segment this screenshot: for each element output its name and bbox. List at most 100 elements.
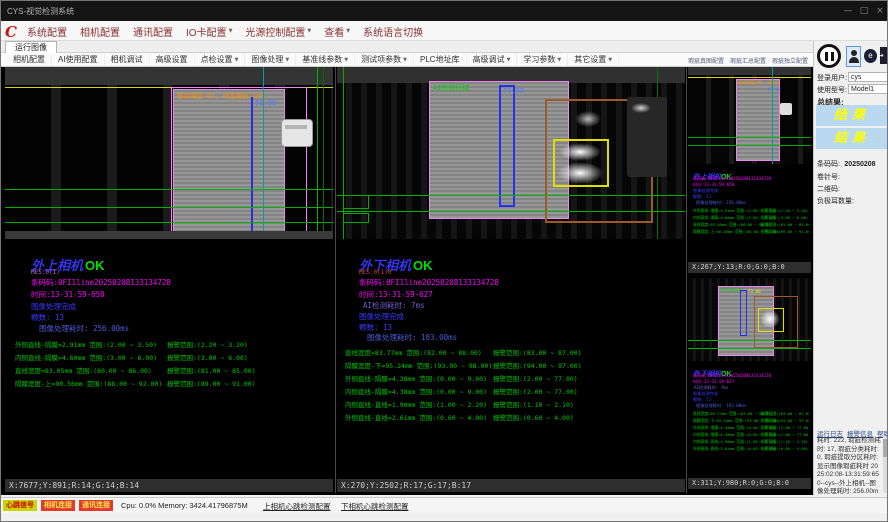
toolbar-camera-debug[interactable]: 相机调试 [105,54,150,65]
menu-item-language-switch[interactable]: 系统语言切换 [363,24,423,39]
scrollbar-thumb[interactable] [883,439,888,457]
ai-time-text: AI检测耗时: 7ms [363,300,425,311]
model-field[interactable]: Model1 [848,84,888,94]
heartbeat-status-badge: 心跳信号 [3,500,37,511]
log-scrollbar[interactable] [883,437,888,493]
measurement-row: 内侧直线-直线=1.90mm 范围:(1.00 ~ 2.20) 报警范围:(1.1… [345,399,683,408]
toolbar-baseline-params[interactable]: 基准线参数▼ [296,54,355,65]
toolbar-advanced-settings[interactable]: 高级设置 [150,54,195,65]
result-indicator-top: 结果 [816,105,888,126]
thumbnail-header: 瑕疵真图配置 瑕疵汇总配置 瑕疵独立配置 [688,56,811,65]
chevron-down-icon: ▼ [307,28,311,34]
e-badge-button[interactable]: e [864,49,877,63]
measure-value: 内侧直线-直线=1.90mm 范围:(1.00 ~ 2.20) [345,399,487,409]
menu-item-view[interactable]: 查看▼ [324,24,350,39]
menu-item-system-config[interactable]: 系统配置 [27,24,67,39]
left-camera-view: 外上相机OK MES:0(1) 条码码:0FI1line202502081331… [5,67,333,492]
alarm-range: 报警范围:(89.00 ~ 91.00) [167,378,256,388]
toolbar-item-label: 点检设置 [201,54,233,65]
time-text: 时间:13-31-59-627 [359,289,433,300]
tab-run-image[interactable]: 运行图像 [5,41,57,53]
minimize-button[interactable]: — [841,4,855,18]
close-button[interactable]: × [873,4,887,18]
alarm-range: 报警范围:(83.00 ~ 87.00) [761,411,809,417]
coordinate-readout: X:267;Y:13;R:0;G:0;B:0 [688,262,811,273]
alarm-range: 报警范围:(81.00 ~ 85.00) [167,365,256,375]
login-user-label: 登录用户: [817,73,847,83]
comm-connect-badge: 通讯连接 [79,500,113,511]
menu-item-light-config[interactable]: 光源控制配置▼ [245,24,311,39]
user-button[interactable] [846,46,861,67]
elapsed-text: 图像处理耗时: 256.00ms [39,323,129,334]
elapsed-text: 图像处理耗时: 183.00ms [367,332,457,343]
alarm-range: 报警范围:(1.10 ~ 2.10) [761,439,808,445]
measurement-row: 直线宽度=83.77mm 范围:(82.00 ~ 88.00)报警范围:(83.… [345,347,683,356]
toolbar-item-label: 其它设置 [574,54,606,65]
alarm-range: 报警范围:(2.20 ~ 3.20) [761,208,808,214]
thumb-header-item-3[interactable]: 瑕疵独立配置 [772,56,808,65]
menu-item-label: 查看 [324,24,344,39]
alarm-range: 报警范围:(2.00 ~ 77.00) [493,373,578,383]
toolbar-spot-check[interactable]: 点检设置▼ [195,54,246,65]
mes-signal-text: MES:0(1)0 [359,269,392,276]
result-ok-badge: OK [85,258,105,273]
coordinate-readout: X:311;Y:980;R:0;G:0;B:0 [688,478,811,489]
logout-button[interactable]: → [880,47,888,64]
alarm-range: 报警范围:(2.00 ~ 77.00) [761,425,809,431]
alarm-range: 报警范围:(1.10 ~ 2.10) [493,399,574,409]
measure-value: 直线宽度=83.05mm 范围:(80.00 ~ 86.00) [15,365,152,375]
log-text: 耗时: 222, 瑕疵检测耗时: 17, 瑕疵分类耗时: 0, 瑕疵提取分区耗时… [817,437,881,505]
measurement-row: 外侧直线-直线=2.61mm 范围:(0.60 ~ 4.00)报警范围:(0.6… [345,412,683,421]
menu-item-camera-config[interactable]: 相机配置 [80,24,120,39]
cpu-memory-text: Cpu: 0.0% Memory: 3424.41796875M [121,501,248,510]
barcode-text: 条码码:0FI1line20250208133134728 [31,277,171,288]
lower-camera-heartbeat-link[interactable]: 下相机心跳检测配置 [341,501,409,512]
alarm-range: 报警范围:(3.00 ~ 6.00) [167,352,248,362]
measure-value: 内侧直线-隔膜=4.60mm 范围:(3.00 ~ 6.00) [15,352,157,362]
barcode-value: 20250208 [844,161,875,168]
time-text: 时间:13-31-59-650 [31,289,105,300]
toolbar-camera-config[interactable]: 相机配置 [7,54,52,65]
upper-camera-heartbeat-link[interactable]: 上相机心跳检测配置 [263,501,331,512]
login-user-field[interactable]: cys [848,72,888,82]
toolbar-test-params[interactable]: 测试项参数▼ [355,54,414,65]
alarm-range: 报警范围:(2.00 ~ 77.00) [493,386,578,396]
tab-count-info-row: 负极耳数量: [817,190,854,208]
toolbar-advanced-debug[interactable]: 高级调试▼ [467,54,518,65]
thumb-header-item-2[interactable]: 瑕疵汇总配置 [730,56,766,65]
view-divider [686,67,687,493]
maximize-button[interactable]: □ [857,4,871,18]
alarm-range: 报警范围:(94.00 ~ 97.00) [493,360,582,370]
middle-camera-view: 外下相机OK MES:0(1)0 条码码:0FI1line20250208133… [337,67,685,492]
chevron-down-icon: ▼ [608,57,612,63]
count-text: 颗数: 13 [31,312,64,323]
menu-items: 系统配置 相机配置 通讯配置 IO卡配置▼ 光源控制配置▼ 查看▼ 系统语言切换 [27,21,423,41]
measurement-row: 内侧直线-隔膜=4.38mm 范围:(0.00 ~ 9.00)报警范围:(2.0… [693,432,809,438]
coordinate-readout: X:7677;Y:891;R:14;G:14;B:14 [5,479,333,492]
thumb-header-item-1[interactable]: 瑕疵真图配置 [688,56,724,65]
measurement-row: 隔膜宽度-上=90.56mm 范围:(88.00 ~ 92.00)报警范围:(8… [693,229,809,235]
toolbar-other-settings[interactable]: 其它设置▼ [568,54,619,65]
toolbar-plc-address[interactable]: PLC地址库 [414,54,467,65]
pause-icon [825,52,828,61]
view-divider [335,67,336,493]
measurement-row: 直线宽度=83.05mm 范围:(80.00 ~ 86.00) 报警范围:(81.… [15,365,329,374]
menu-item-comm-config[interactable]: 通讯配置 [133,24,173,39]
alarm-range: 报警范围:(0.60 ~ 4.00) [493,412,574,422]
alarm-range: 报警范围:(83.00 ~ 87.00) [493,347,582,357]
pause-button[interactable] [817,44,841,68]
alarm-range: 报警范围:(94.00 ~ 97.00) [761,418,809,424]
toolbar-learning-params[interactable]: 学习参数▼ [517,54,568,65]
measurement-row: 内侧直线-隔膜=4.60mm 范围:(3.00 ~ 6.00) 报警范围:(3.0… [15,352,329,361]
measurement-row: 直线宽度=83.05mm 范围:(80.00 ~ 86.00)报警范围:(81.… [693,222,809,228]
chevron-down-icon: ▼ [235,57,239,63]
toolbar-item-label: 图像处理 [251,54,283,65]
measure-value: 外侧直线-隔膜=4.38mm 范围:(0.00 ~ 9.00) [345,373,487,383]
measure-value: 隔膜宽度-上=90.56mm 范围:(88.00 ~ 92.00) [15,378,162,388]
toolbar-ai-config[interactable]: AI使用配置 [52,54,105,65]
toolbar-image-processing[interactable]: 图像处理▼ [245,54,296,65]
menu-item-io-card-config[interactable]: IO卡配置▼ [186,24,232,39]
measurement-row: 隔膜宽度-下=95.24mm 范围:(93.00 ~ 98.00)报警范围:(9… [345,360,683,369]
right-panel: e → 登录用户: cys 使用型号: Model1 总结果: 结果 结果 条码… [813,41,888,495]
app-window: CYS-视觉检测系统 — □ × C 系统配置 相机配置 通讯配置 IO卡配置▼… [0,0,888,522]
